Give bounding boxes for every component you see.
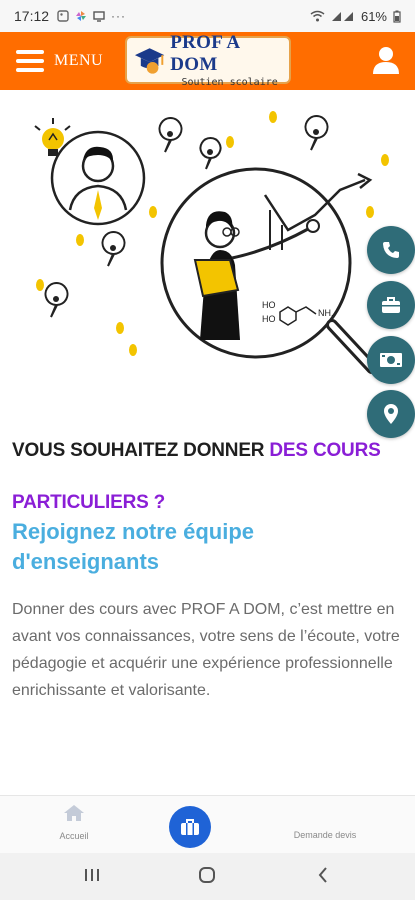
page-subtitle: Rejoignez notre équipe d'enseignants (12, 519, 255, 574)
briefcase-button[interactable] (367, 281, 415, 329)
money-icon (380, 353, 402, 367)
recent-apps-icon[interactable] (83, 865, 101, 885)
back-icon[interactable] (316, 865, 330, 885)
intro-paragraph: Donner des cours avec PROF A DOM, c’est … (12, 601, 400, 699)
money-button[interactable] (367, 336, 415, 384)
logo-brand-text: PROF A DOM (170, 32, 240, 75)
status-bar: 17:12 ··· 61% (0, 0, 415, 32)
title-part1: VOUS SOUHAITEZ DONNER (12, 440, 270, 461)
status-time: 17:12 (14, 8, 50, 24)
briefcase-icon (181, 819, 199, 835)
page-title: VOUS SOUHAITEZ DONNER DES COURS PARTICULI… (12, 425, 392, 529)
signal-icon (331, 12, 353, 21)
nav-quote-request[interactable]: Demande devis (280, 826, 370, 840)
nav-home-label: Accueil (59, 831, 89, 841)
phone-icon (383, 242, 399, 258)
title-accent-2: PARTICULIERS ? (12, 492, 166, 513)
system-navigation-bar (0, 853, 415, 900)
bottom-navigation: Accueil Demande devis (0, 795, 415, 853)
notification-icons: ··· (57, 9, 126, 23)
more-dots-icon: ··· (111, 9, 127, 23)
teacher-illustration: HO HO NH. (34, 111, 389, 374)
formula-ho-bottom: HO (262, 314, 276, 324)
nav-devis-label: Demande devis (293, 830, 357, 840)
briefcase-icon (382, 297, 400, 313)
home-icon (64, 805, 84, 821)
formula-ho-top: HO (262, 300, 276, 310)
battery-percent: 61% (360, 8, 387, 24)
screen: 17:12 ··· 61% MENU PROF A DOM Soutien sc… (0, 0, 415, 900)
location-icon (384, 404, 398, 424)
logo-tagline: Soutien scolaire (181, 77, 278, 88)
nav-home[interactable]: Accueil (52, 804, 96, 841)
app-header: MENU PROF A DOM Soutien scolaire (0, 32, 415, 90)
phone-button[interactable] (367, 226, 415, 274)
battery-icon (393, 10, 401, 23)
wifi-icon (310, 10, 325, 22)
title-accent-1: DES COURS (269, 440, 381, 461)
graduation-cap-icon (134, 48, 165, 74)
user-account-icon[interactable] (371, 45, 401, 75)
nav-center-button[interactable] (169, 806, 211, 848)
pinwheel-icon (76, 11, 87, 21)
hamburger-menu-icon[interactable] (16, 50, 44, 72)
formula-nh: NH. (318, 308, 334, 318)
screen-icon (93, 11, 105, 22)
system-status: 61% (310, 9, 401, 24)
menu-label[interactable]: MENU (54, 52, 103, 70)
brand-logo[interactable]: PROF A DOM Soutien scolaire (125, 32, 291, 88)
home-button-icon[interactable] (197, 865, 217, 885)
gallery-icon (57, 10, 69, 22)
